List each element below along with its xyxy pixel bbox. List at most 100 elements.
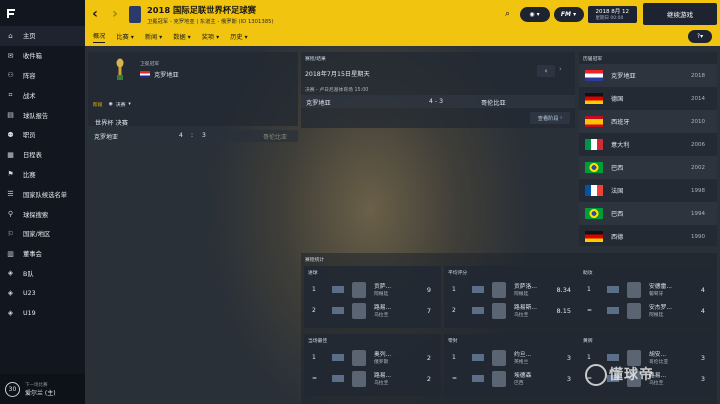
stat-row[interactable]: 2 路易... 乌拉圭 7	[304, 300, 441, 321]
help-button[interactable]: ? ▾	[688, 30, 712, 43]
sidebar-item-tactics[interactable]: ⌗ 战术	[0, 85, 85, 105]
player-team: 俄罗斯	[374, 360, 389, 365]
sidebar-item-staff[interactable]: ⚉ 职员	[0, 125, 85, 145]
past-winner-row[interactable]: 巴西 2002	[579, 156, 717, 179]
sidebar-item-u23[interactable]: ◈ U23	[0, 283, 85, 303]
sidebar-item-u19[interactable]: ◈ U19	[0, 303, 85, 323]
past-winner-row[interactable]: 巴西 1994	[579, 202, 717, 225]
nation-flag-icon	[332, 375, 344, 382]
stat-card-title: 黄牌	[583, 339, 593, 344]
sidebar-item-label: 国家/地区	[23, 231, 51, 239]
tab-1[interactable]: 比赛 ▾	[116, 32, 133, 43]
tab-5[interactable]: 历史 ▾	[230, 32, 247, 43]
forward-arrow-icon[interactable]: ›	[105, 6, 125, 22]
tab-3[interactable]: 数据 ▾	[173, 32, 190, 43]
sidebar-item-inbox[interactable]: ✉ 收件箱	[0, 46, 85, 66]
nation-flag-icon	[607, 354, 619, 361]
fr-flag-icon	[585, 185, 603, 196]
sidebar-item-squad[interactable]: ⚇ 阵容	[0, 66, 85, 86]
sidebar-item-nation[interactable]: ⚐ 国家/地区	[0, 224, 85, 244]
past-winner-row[interactable]: 西德 1990	[579, 225, 717, 248]
stat-row[interactable]: 2 路易斯... 乌拉圭 8.15	[444, 300, 581, 321]
winner-team: 巴西	[611, 211, 624, 218]
stat-rank: 1	[312, 354, 316, 361]
sidebar-item-match[interactable]: ⚑ 比赛	[0, 165, 85, 185]
player-avatar	[492, 302, 506, 319]
past-winner-row[interactable]: 意大利 2006	[579, 133, 717, 156]
winner-team: 克罗地亚	[611, 73, 636, 80]
champion-team[interactable]: 克罗地亚	[140, 70, 179, 79]
continue-game-button[interactable]: 继续游戏	[643, 3, 717, 25]
winner-team: 西班牙	[611, 119, 630, 126]
next-match-arrow-icon[interactable]: ›	[559, 65, 562, 73]
next-match[interactable]: 30 下一场比赛 爱尔兰 (主)	[0, 374, 85, 404]
sidebar-item-label: U19	[23, 309, 36, 317]
trophy-icon	[116, 58, 124, 82]
squad-icon: ⚇	[7, 71, 14, 80]
nation-flag-icon	[332, 307, 344, 314]
stage-round: 世界杯 决赛	[95, 120, 128, 127]
match-result-row[interactable]: 克罗地亚 4 - 3 哥伦比亚	[301, 95, 575, 108]
sidebar-item-label: U23	[23, 289, 36, 297]
stat-rank: 1	[312, 286, 316, 293]
player-avatar	[352, 302, 366, 319]
date-line1: 2018 8月 12	[595, 9, 630, 15]
date-line2: 星期日 00:00	[595, 16, 624, 21]
past-winner-row[interactable]: 法国 1998	[579, 179, 717, 202]
stat-row[interactable]: 1 安德雷... 葡萄牙 4	[579, 279, 715, 300]
fm-menu-button[interactable]: FM ▾	[553, 6, 584, 22]
globe-menu-button[interactable]: ◉ ▾	[519, 6, 550, 22]
u23-icon: ◈	[7, 289, 14, 298]
player-name: 埃德森	[514, 373, 532, 379]
sidebar-item-board[interactable]: ▥ 董事会	[0, 244, 85, 264]
game-date[interactable]: 2018 8月 12 星期日 00:00	[587, 5, 637, 23]
past-winner-row[interactable]: 克罗地亚 2018	[579, 64, 717, 87]
sidebar-item-scouting[interactable]: ⚲ 球探搜索	[0, 204, 85, 224]
tab-4[interactable]: 奖项 ▾	[202, 32, 219, 43]
stat-row[interactable]: = 埃德森 巴西 3	[444, 368, 581, 389]
stat-value: 4	[700, 285, 705, 294]
stat-row[interactable]: = 路易... 乌拉圭 2	[304, 368, 441, 389]
stat-card: 平均评分 1 贡萨洛... 阿根廷 8.34 2 路易斯... 乌拉圭 8.15	[444, 266, 581, 328]
past-winner-row[interactable]: 西班牙 2010	[579, 110, 717, 133]
help-label: ?	[696, 33, 701, 40]
nation-flag-icon	[472, 354, 484, 361]
view-stage-button[interactable]: 查看阶段 ›	[530, 112, 570, 124]
stat-row[interactable]: 1 贡萨洛... 阿根廷 8.34	[444, 279, 581, 300]
sidebar-item-shortlist[interactable]: ☰ 国家队候选名单	[0, 184, 85, 204]
sidebar-item-home[interactable]: ⌂ 主页	[0, 26, 85, 46]
stat-row[interactable]: 1 约旦... 英格兰 3	[444, 347, 581, 368]
stat-row[interactable]: = 安杰罗... 阿根廷 4	[579, 300, 715, 321]
player-team: 阿根廷	[514, 292, 529, 297]
sidebar-item-b-team[interactable]: ◈ B队	[0, 264, 85, 284]
tab-label: 奖项	[201, 33, 215, 41]
stat-card: 进球 1 贡萨... 阿根廷 9 2 路易... 乌拉圭 7	[304, 266, 441, 328]
winner-year: 2010	[691, 118, 705, 125]
player-avatar	[492, 370, 506, 387]
tab-2[interactable]: 新闻 ▾	[145, 32, 162, 43]
past-winner-row[interactable]: 德国 2014	[579, 87, 717, 110]
hr-flag-icon	[585, 70, 603, 81]
player-name: 路易...	[374, 373, 392, 379]
match-date: 2018年7月15日星期天	[305, 71, 370, 78]
nation-flag-icon	[472, 375, 484, 382]
player-name: 奥列...	[374, 352, 392, 358]
sidebar-item-report[interactable]: ▤ 球队报告	[0, 105, 85, 125]
tab-label: 历史	[230, 33, 243, 41]
stat-row[interactable]: 1 贡萨... 阿根廷 9	[304, 279, 441, 300]
fm-logo[interactable]	[0, 0, 85, 26]
u19-icon: ◈	[7, 309, 14, 318]
stat-row[interactable]: 1 奥列... 俄罗斯 2	[304, 347, 441, 368]
prev-match-button[interactable]: ‹	[537, 65, 555, 77]
back-arrow-icon[interactable]: ‹	[85, 6, 105, 22]
tab-0[interactable]: 概况	[93, 31, 106, 43]
player-team: 阿根廷	[374, 292, 389, 297]
stat-value: 2	[426, 374, 431, 383]
search-icon[interactable]: ⌕	[500, 7, 516, 22]
sidebar-item-calendar[interactable]: ▦ 日程表	[0, 145, 85, 165]
stage-match-row[interactable]: 克罗地亚 4 : 3 哥伦比亚	[88, 130, 298, 142]
stat-rank: 1	[452, 286, 456, 293]
stat-value: 4	[700, 306, 705, 315]
tab-bar: 概况 比赛 ▾ 新闻 ▾ 数据 ▾ 奖项 ▾ 历史 ▾ ? ▾	[85, 28, 720, 46]
stage-selector[interactable]: 阶段 ◉ 决赛 ▾	[93, 101, 131, 108]
